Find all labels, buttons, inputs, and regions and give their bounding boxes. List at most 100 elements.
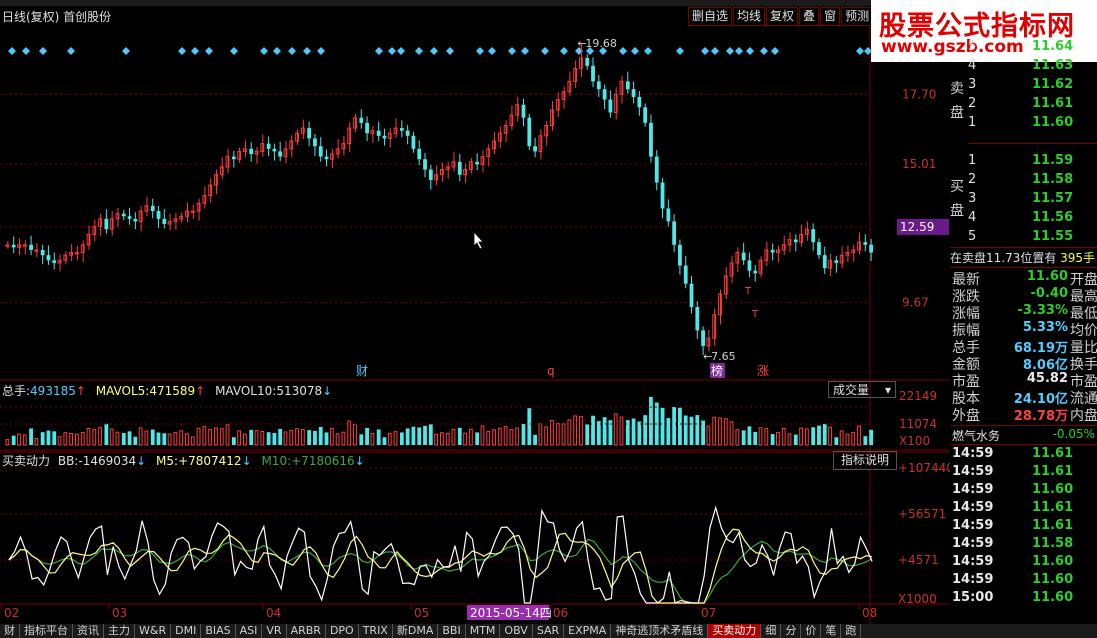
tab-2[interactable]: 资讯 <box>73 624 104 638</box>
quote-value: -0.40 <box>1030 286 1068 301</box>
volume-bar-up <box>509 429 514 446</box>
tick-row[interactable]: 14:59 11.61 <box>950 500 1097 519</box>
overlay-button[interactable]: 叠 <box>799 7 820 26</box>
volume-bar-down <box>591 415 595 445</box>
tick-row[interactable]: 14:59 11.60 <box>950 482 1097 501</box>
signal-diamond-icon <box>22 47 30 55</box>
tab-23[interactable]: 笔 <box>821 624 842 638</box>
quote-row[interactable]: 外盘 28.78万 内盘 <box>950 405 1097 424</box>
volume-bar-down <box>428 424 433 445</box>
x-tick-label: 06 <box>553 606 568 620</box>
buy-level-row[interactable]: 4 11.56 <box>950 210 1097 229</box>
sell-level-row[interactable]: 5 11.64 <box>950 39 1097 58</box>
buy-level-row[interactable]: 1 11.59 <box>950 153 1097 172</box>
tab-13[interactable]: BBI <box>438 624 466 638</box>
buy-level-row[interactable]: 3 11.57 <box>950 191 1097 210</box>
volume-bar-down <box>683 415 688 445</box>
indicator-axis-label: +4571 <box>898 553 939 567</box>
signal-diamond-icon <box>541 47 549 55</box>
tab-3[interactable]: 主力 <box>104 624 135 638</box>
tab-21[interactable]: 分 <box>781 624 802 638</box>
volume-bar-up <box>196 427 201 446</box>
buy-level-row[interactable]: 2 11.58 <box>950 172 1097 191</box>
tab-16[interactable]: SAR <box>533 624 565 638</box>
tick-row[interactable]: 14:59 11.61 <box>950 464 1097 483</box>
sell-level-row[interactable]: 1 11.60 <box>950 115 1097 134</box>
tab-20[interactable]: 细 <box>761 624 782 638</box>
tab-24[interactable]: 跑 <box>841 624 862 638</box>
bb-label: BB: <box>57 454 79 468</box>
level-number: 5 <box>968 39 977 54</box>
tab-22[interactable]: 价 <box>801 624 822 638</box>
indicator-help-button[interactable]: 指标说明 <box>833 451 897 470</box>
volume-indicator-dropdown[interactable]: 成交量 ▾ <box>828 381 896 398</box>
volume-bar-up <box>17 433 21 446</box>
down-arrow-icon: ↓ <box>322 384 333 398</box>
tab-9[interactable]: ARBR <box>287 624 326 638</box>
quote-value: 45.82 <box>1026 371 1068 386</box>
volume-bar-down <box>475 432 480 445</box>
up-arrow-icon: ↑ <box>75 384 86 398</box>
volume-bar-down <box>162 433 167 445</box>
tab-10[interactable]: DPO <box>326 624 359 638</box>
orderbook-divider <box>968 143 1097 144</box>
candle-body-up <box>254 150 259 155</box>
signal-diamond-icon <box>205 47 213 55</box>
volume-bar-down <box>411 426 416 445</box>
sector-row[interactable]: 燃气水务 -0.05% <box>950 425 1097 445</box>
volume-bar-up <box>828 426 832 446</box>
quote-table: 最新 11.60 开盘 涨跌 -0.40 最高 涨幅 -3.33% 最低 振幅 5.33% 均价 总手 6… <box>950 269 1097 425</box>
tick-time: 15:00 <box>952 590 994 605</box>
volume-bar-up <box>144 430 149 446</box>
tab-17[interactable]: EXPMA <box>564 624 612 638</box>
volume-bar-up <box>86 428 91 446</box>
delete-watchlist-button[interactable]: 删自选 <box>688 7 733 26</box>
chart-area[interactable]: 19.68←7.65← 17.7015.019.6712.59 财 q 榜涨TT 2… <box>0 25 950 624</box>
tick-price: 11.61 <box>1032 464 1074 479</box>
volume-bar-up <box>260 430 265 446</box>
tick-row[interactable]: 14:59 11.61 <box>950 446 1097 465</box>
tab-6[interactable]: BIAS <box>201 624 236 638</box>
tab-19[interactable]: 买卖动力 <box>708 624 762 638</box>
tab-11[interactable]: TRIX <box>359 624 393 638</box>
tab-12[interactable]: 新DMA <box>393 624 439 638</box>
tick-row[interactable]: 14:59 11.60 <box>950 572 1097 591</box>
candle-body-down <box>811 229 816 243</box>
tab-7[interactable]: ASI <box>236 624 263 638</box>
forecast-button[interactable]: 预测 <box>841 7 874 26</box>
level-price: 11.61 <box>1032 96 1074 111</box>
moving-average-button[interactable]: 均线 <box>733 7 766 26</box>
volume-dropdown-label: 成交量 <box>833 383 870 397</box>
tab-1[interactable]: 指标平台 <box>20 624 73 638</box>
indicator-axis-label: +107440 <box>898 461 950 475</box>
tab-18[interactable]: 神奇逃顶术矛盾线 <box>611 624 709 638</box>
volume-bar-down <box>40 432 45 445</box>
down-arrow-icon: ↓ <box>241 454 252 468</box>
event-marker: q <box>547 364 555 378</box>
signal-diamond-icon <box>178 47 186 55</box>
sell-level-row[interactable]: 3 11.62 <box>950 77 1097 96</box>
tick-row[interactable]: 15:00 11.60 <box>950 590 1097 609</box>
sell-level-row[interactable]: 2 11.61 <box>950 96 1097 115</box>
sell-level-row[interactable]: 4 11.63 <box>950 58 1097 77</box>
tab-14[interactable]: MTM <box>466 624 501 638</box>
signal-diamond-icon <box>260 47 268 55</box>
tick-row[interactable]: 14:59 11.60 <box>950 554 1097 573</box>
t-marker-icon: T <box>751 309 759 320</box>
tab-5[interactable]: DMI <box>171 624 202 638</box>
tab-4[interactable]: W&R <box>135 624 172 638</box>
date-cursor-label: 2015-05-14四 <box>470 606 552 620</box>
tick-price: 11.61 <box>1032 518 1074 533</box>
tab-8[interactable]: VR <box>262 624 287 638</box>
candle-body-down <box>324 156 329 160</box>
signal-diamond-icon <box>415 47 423 55</box>
tab-0[interactable]: 财 <box>0 624 20 638</box>
adjust-price-button[interactable]: 复权 <box>766 7 799 26</box>
tick-row[interactable]: 14:59 11.58 <box>950 536 1097 555</box>
tab-15[interactable]: OBV <box>500 624 533 638</box>
tick-row[interactable]: 14:59 11.61 <box>950 518 1097 537</box>
volume-bar-down <box>822 424 827 445</box>
volume-bar-down <box>695 415 700 445</box>
window-button[interactable]: 窗 <box>820 7 841 26</box>
buy-level-row[interactable]: 5 11.55 <box>950 229 1097 248</box>
